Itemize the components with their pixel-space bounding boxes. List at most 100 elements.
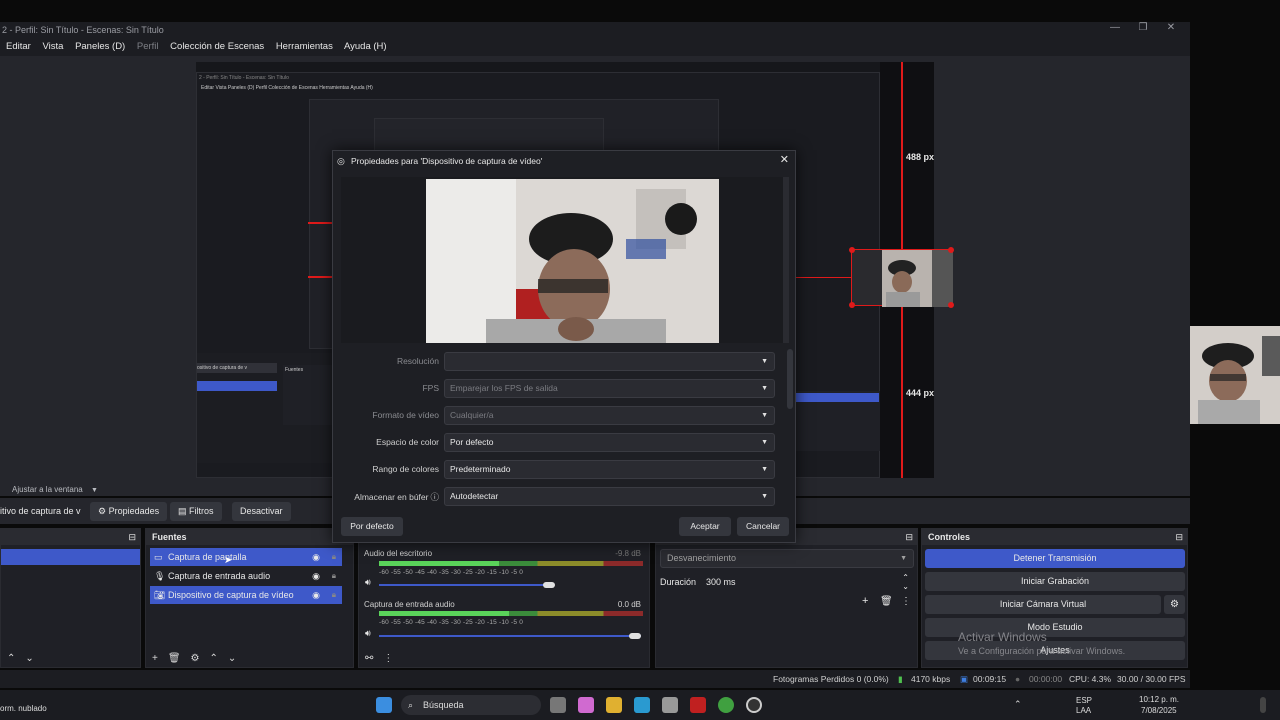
properties-button[interactable]: ⚙ Propiedades [90,502,168,521]
lock-icon[interactable]: 🔒︎ [332,548,336,566]
dock-menu-icon[interactable]: ⊟ [128,529,136,545]
source-item-audio[interactable]: 🎙︎ Captura de entrada audio ◉ 🔒︎ [150,567,342,585]
taskbar-search[interactable]: ⌕ Búsqueda [401,695,541,715]
preview-scrollbar[interactable] [783,177,789,343]
arrow-up-icon[interactable]: ⌃ [7,653,15,664]
video-format-select[interactable]: Cualquier/a ▼ [444,406,775,425]
menu-ayuda[interactable]: Ayuda (H) [344,41,387,52]
close-icon[interactable]: ✕ [780,153,789,166]
filters-button[interactable]: ▤ Filtros [170,502,222,521]
transition-select[interactable]: Desvanecimiento ▼ [660,549,914,568]
properties-dialog: ◎ Propiedades para 'Dispositivo de captu… [332,150,796,543]
scene-item-selected[interactable] [1,549,140,565]
chevron-up-icon[interactable]: ⌃ [1014,699,1022,710]
selected-source-box[interactable] [849,247,954,308]
search-icon: ⌕ [408,700,414,710]
mic-icon: 🎙︎ [154,571,166,581]
height-label-top: 488 px [906,152,935,162]
maximize-button[interactable]: ❐ [1129,22,1157,33]
more-icon[interactable]: ⋮ [901,596,911,607]
add-icon[interactable]: + [862,595,868,607]
edge-icon[interactable] [634,697,650,713]
volume-slider[interactable] [379,584,549,586]
copilot-icon[interactable] [578,697,594,713]
color-range-select[interactable]: Predeterminado ▼ [444,460,775,479]
clock-date[interactable]: 7/08/2025 [1141,706,1177,715]
obs-icon[interactable] [746,697,762,713]
duration-stepper[interactable]: ⌃ ⌄ [902,573,909,591]
trash-icon[interactable]: 🗑︎ [168,653,181,664]
close-button[interactable]: ✕ [1157,22,1185,33]
volume-knob[interactable] [629,633,641,639]
deactivate-button[interactable]: Desactivar [232,502,291,521]
menu-escenas[interactable]: Colección de Escenas [170,41,264,52]
guide-line [308,222,332,224]
show-desktop-icon[interactable] [1260,697,1266,713]
dock-menu-icon[interactable]: ⊟ [1175,529,1183,545]
arrow-down-icon[interactable]: ⌄ [25,653,33,664]
arrow-up-icon[interactable]: ⌃ [210,653,218,664]
chevron-down-icon[interactable]: ▼ [91,487,98,494]
fps-select[interactable]: Emparejar los FPS de salida ▼ [444,379,775,398]
buffering-select[interactable]: Autodetectar ▼ [444,487,775,506]
webcam-image [1190,326,1280,424]
gear-icon[interactable]: ⚙ [191,653,200,664]
meter-level [379,561,499,566]
chrome-icon[interactable] [718,697,734,713]
lock-icon[interactable]: 🔒︎ [332,567,336,585]
gear-icon[interactable]: ⚙ [1164,595,1185,614]
dock-menu-icon[interactable]: ⊟ [905,529,913,545]
volume-slider[interactable] [379,635,641,637]
defaults-button[interactable]: Por defecto [341,517,403,536]
resolution-label: Resolución [396,356,439,366]
chevron-down-icon: ▼ [761,385,768,392]
source-item-camera[interactable]: 📷︎ Dispositivo de captura de vídeo ◉ 🔒︎ [150,586,342,604]
more-icon[interactable]: ⋮ [383,653,393,664]
volume-knob[interactable] [543,582,555,588]
mixer-channel-1-db: -9.8 dB [615,549,641,558]
minimize-button[interactable]: — [1101,22,1129,33]
clock-time[interactable]: 10:12 p. m. [1139,695,1179,704]
guide-line-bottom [901,306,903,478]
language-2[interactable]: LAA [1076,706,1091,715]
menu-herramientas[interactable]: Herramientas [276,41,333,52]
folder-icon[interactable] [606,697,622,713]
help-icon[interactable]: ⓘ [430,492,439,502]
mixer-channel-1-name: Audio del escritorio [364,549,433,558]
menu-editar[interactable]: Editar [6,41,31,52]
activation-watermark-sub: Ve a Configuración para activar Windows. [958,646,1126,656]
language-1[interactable]: ESP [1076,696,1092,705]
app-icon[interactable] [690,697,706,713]
stream-icon: ▣ [960,674,969,684]
visibility-icon[interactable]: ◉ [312,586,320,604]
trash-icon[interactable]: 🗑︎ [880,596,893,607]
visibility-icon[interactable]: ◉ [312,548,320,566]
start-recording-button[interactable]: Iniciar Grabación [925,572,1185,591]
store-icon[interactable] [662,697,678,713]
menu-vista[interactable]: Vista [42,41,63,52]
speaker-icon[interactable]: 🔊︎ [365,577,371,588]
fit-window-label[interactable]: Ajustar a la ventana [12,485,83,494]
arrow-down-icon[interactable]: ⌄ [228,653,236,664]
stop-stream-button[interactable]: Detener Transmisión [925,549,1185,568]
properties-scrollbar[interactable] [787,349,793,409]
windows-start-icon[interactable] [376,697,392,713]
add-icon[interactable]: + [152,653,158,664]
speaker-icon[interactable]: 🔊︎ [365,628,371,639]
visibility-icon[interactable]: ◉ [312,567,320,585]
chevron-down-icon: ▼ [761,439,768,446]
monitor-icon: ▭ [154,552,163,562]
record-icon: ● [1015,674,1021,684]
start-virtual-cam-button[interactable]: Iniciar Cámara Virtual [925,595,1161,614]
link-icon[interactable]: ⚯ [365,653,373,664]
color-space-select[interactable]: Por defecto ▼ [444,433,775,452]
accept-button[interactable]: Aceptar [679,517,731,536]
lock-icon[interactable]: 🔒︎ [332,586,336,604]
duration-input[interactable]: 300 ms [706,577,736,587]
source-item-screen[interactable]: ▭ Captura de pantalla ◉ 🔒︎ [150,548,342,566]
task-view-icon[interactable] [550,697,566,713]
menu-paneles[interactable]: Paneles (D) [75,41,125,52]
menu-perfil[interactable]: Perfil [137,41,159,52]
resolution-select[interactable]: ▼ [444,352,775,371]
cancel-button[interactable]: Cancelar [737,517,789,536]
